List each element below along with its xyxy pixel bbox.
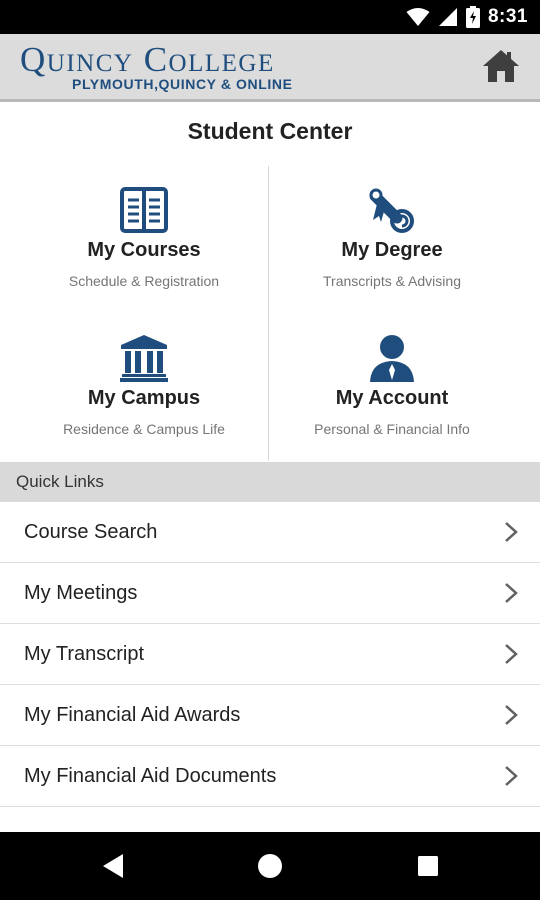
page-title: Student Center [187, 118, 353, 144]
tile-my-campus[interactable]: My Campus Residence & Campus Life [10, 314, 278, 460]
status-bar: 8:31 [0, 0, 540, 34]
quick-link-financial-aid-documents[interactable]: My Financial Aid Documents [0, 746, 540, 807]
chevron-right-icon [505, 583, 518, 603]
back-icon[interactable] [94, 846, 134, 886]
tile-my-account[interactable]: My Account Personal & Financial Info [258, 314, 526, 460]
logo-subtitle: PLYMOUTH,QUINCY & ONLINE [72, 76, 293, 92]
logo-title: Quincy College [20, 40, 275, 79]
tile-title: My Degree [341, 239, 443, 261]
recents-icon[interactable] [408, 846, 448, 886]
tile-my-degree[interactable]: My Degree Transcripts & Advising [258, 166, 526, 312]
tile-my-courses[interactable]: My Courses Schedule & Registration [10, 166, 278, 312]
tile-subtitle: Residence & Campus Life [63, 421, 225, 437]
quick-link-label: My Meetings [24, 582, 138, 604]
college-logo[interactable]: Quincy College PLYMOUTH,QUINCY & ONLINE [20, 40, 293, 92]
status-icons: 8:31 [406, 5, 528, 29]
chevron-right-icon [505, 522, 518, 542]
building-icon [120, 335, 168, 382]
quick-link-label: Course Search [24, 521, 158, 543]
diploma-icon [369, 188, 414, 233]
tile-subtitle: Schedule & Registration [68, 273, 220, 289]
chevron-right-icon [505, 705, 518, 725]
tile-subtitle: Personal & Financial Info [314, 421, 470, 437]
quick-link-label: My Financial Aid Awards [24, 704, 241, 726]
tile-title: My Campus [87, 387, 201, 409]
status-time: 8:31 [487, 6, 528, 27]
quick-link-financial-aid-awards[interactable]: My Financial Aid Awards [0, 685, 540, 746]
quick-links-header: Quick Links [0, 462, 540, 502]
quick-link-course-search[interactable]: Course Search [0, 502, 540, 563]
quick-links-list: Course Search My Meetings My Transcript … [0, 502, 540, 807]
chevron-right-icon [505, 644, 518, 664]
chevron-right-icon [505, 766, 518, 786]
wifi-icon [406, 8, 430, 26]
home-icon[interactable] [482, 48, 520, 84]
student-center-grid: My Courses Schedule & Registration My De… [0, 166, 540, 461]
tile-title: My Account [335, 387, 449, 409]
battery-charging-icon [465, 6, 480, 28]
quick-link-my-meetings[interactable]: My Meetings [0, 563, 540, 624]
navigation-bar [0, 832, 540, 900]
quick-link-label: My Financial Aid Documents [24, 765, 277, 787]
tile-subtitle: Transcripts & Advising [323, 273, 461, 289]
cell-signal-icon [438, 8, 457, 26]
quick-link-label: My Transcript [24, 643, 145, 665]
book-icon [120, 187, 168, 233]
tile-title: My Courses [87, 239, 201, 261]
quick-link-my-transcript[interactable]: My Transcript [0, 624, 540, 685]
app-header: Quincy College PLYMOUTH,QUINCY & ONLINE [0, 34, 540, 102]
user-icon [370, 335, 414, 382]
home-circle-icon[interactable] [250, 846, 290, 886]
